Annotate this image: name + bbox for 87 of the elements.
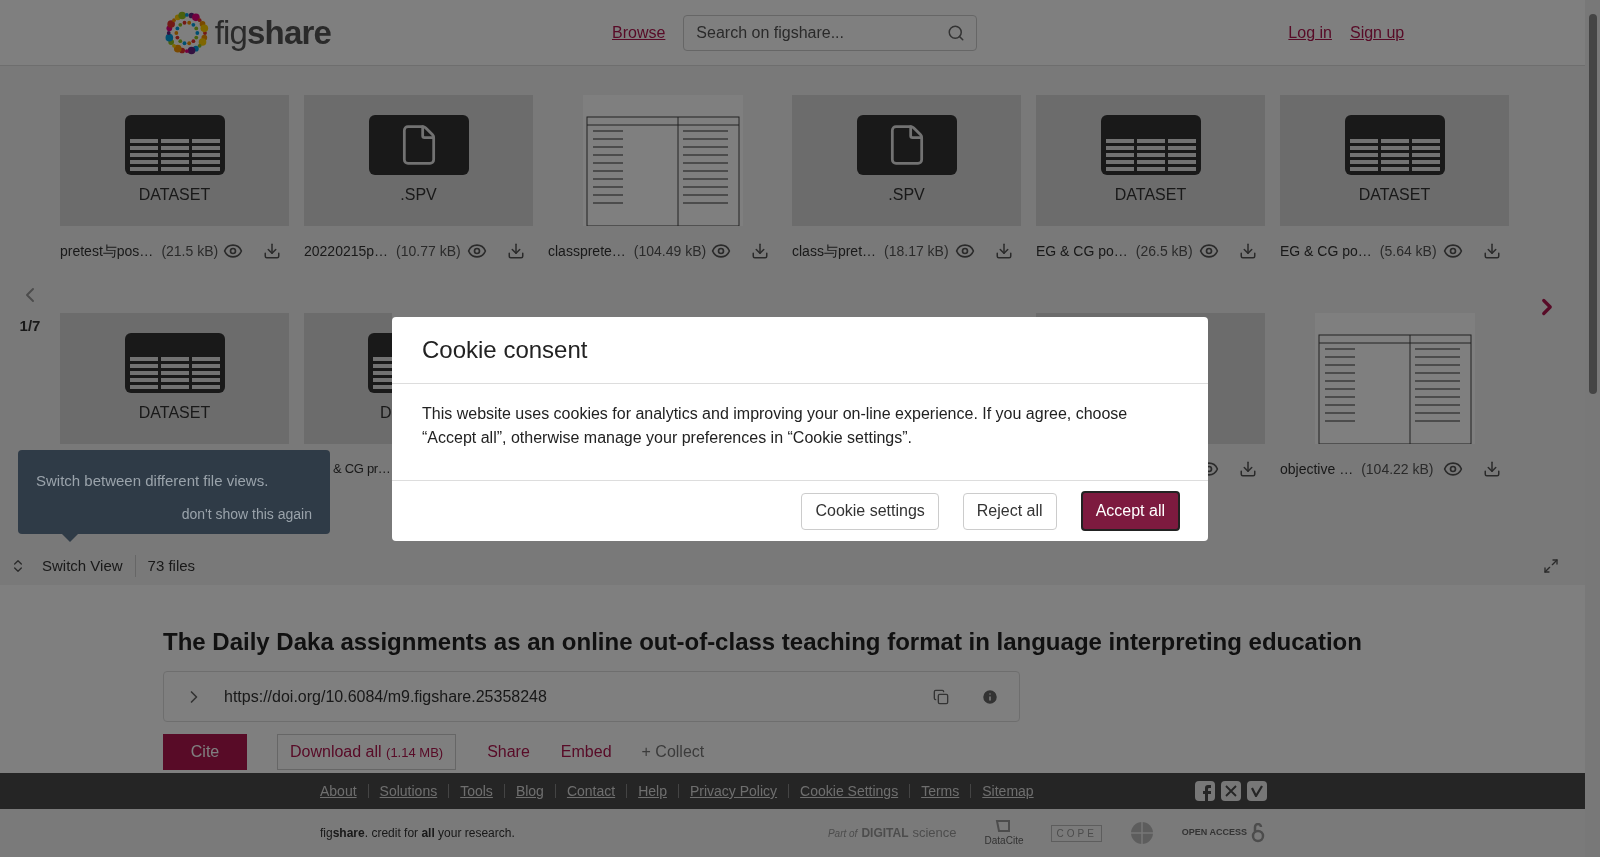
vimeo-icon[interactable]: [1247, 781, 1267, 801]
file-name[interactable]: pretest与pos…: [60, 240, 154, 262]
partner-logo[interactable]: OPEN ACCESS: [1181, 823, 1265, 843]
tooltip-text: Switch between different file views.: [36, 471, 270, 491]
download-icon[interactable]: [1239, 460, 1257, 478]
file-type-label: DATASET: [1114, 185, 1187, 205]
search-field[interactable]: Search on figshare...: [683, 14, 978, 51]
cite-button[interactable]: Cite: [163, 734, 247, 770]
file-type-label: D: [380, 403, 392, 423]
file-size: (5.64 kB): [1379, 241, 1437, 261]
secondary-button[interactable]: Cookie settings: [801, 492, 939, 530]
search-icon[interactable]: [947, 23, 966, 42]
dialog-message: This website uses cookies for analytics and improving your on-line experience. If you agree, choose “Accept all”, otherwise manage your preferences in “Cookie settings”.: [422, 404, 1129, 448]
page-indicator: 1/7: [19, 316, 41, 336]
file-tile[interactable]: DATASET: [60, 95, 289, 226]
footer-link[interactable]: Privacy Policy: [677, 784, 789, 798]
file-name[interactable]: classprete…: [548, 240, 626, 262]
download-icon[interactable]: [263, 242, 281, 260]
footer-link[interactable]: Terms: [909, 784, 971, 798]
file-icon: [856, 115, 957, 175]
browse-link[interactable]: Browse: [612, 20, 666, 45]
doi-field[interactable]: https://doi.org/10.6084/m9.figshare.25358248: [163, 671, 1020, 722]
copy-icon[interactable]: [933, 688, 949, 705]
footer-link[interactable]: Tools: [448, 784, 504, 798]
file-name[interactable]: class与pret…: [792, 240, 877, 262]
file-size: (10.77 kB): [396, 241, 461, 261]
file-tile[interactable]: DATASET: [1280, 95, 1509, 226]
signup-link[interactable]: Sign up: [1349, 20, 1405, 45]
dialog-title: Cookie consent: [422, 335, 588, 365]
footer-link[interactable]: Solutions: [367, 784, 449, 798]
download-icon[interactable]: [1239, 242, 1257, 260]
collect-link[interactable]: + Collect: [641, 740, 705, 764]
download-icon[interactable]: [1483, 460, 1501, 478]
file-tile[interactable]: DATASET: [1036, 95, 1265, 226]
file-name[interactable]: & CG pr…: [333, 459, 391, 479]
embed-link[interactable]: Embed: [560, 740, 612, 764]
secondary-button[interactable]: Reject all: [962, 492, 1057, 530]
facebook-icon[interactable]: [1195, 781, 1215, 801]
file-size: (18.17 kB): [884, 241, 949, 261]
file-size: (104.22 kB): [1361, 459, 1434, 479]
dismiss-link[interactable]: don't show this again: [181, 503, 312, 525]
file-name[interactable]: 20220215p…: [304, 240, 389, 262]
footer-link[interactable]: Contact: [554, 784, 627, 798]
file-type-label: DATASET: [138, 403, 211, 423]
file-tile[interactable]: .SPV: [304, 95, 533, 226]
table-icon: [1100, 115, 1201, 175]
footer-link[interactable]: Help: [626, 784, 678, 798]
file-name[interactable]: EG & CG po…: [1036, 240, 1128, 262]
footer-link[interactable]: Sitemap: [970, 784, 1045, 798]
doi-url[interactable]: https://doi.org/10.6084/m9.figshare.25358248: [224, 684, 547, 709]
file-size: (21.5 kB): [161, 241, 219, 261]
file-name[interactable]: EG & CG po…: [1280, 240, 1372, 262]
accept-button[interactable]: Accept all: [1080, 491, 1180, 531]
download-icon[interactable]: [995, 242, 1013, 260]
file-size: (26.5 kB): [1135, 241, 1193, 261]
file-tile[interactable]: .SPV: [792, 95, 1021, 226]
file-tile[interactable]: DATASET: [60, 313, 289, 444]
file-type-label: DATASET: [138, 185, 211, 205]
fullscreen-icon[interactable]: [1543, 558, 1559, 574]
scrollbar[interactable]: [1585, 0, 1600, 857]
logo-text[interactable]: figshare: [214, 7, 331, 58]
file-icon: [368, 115, 469, 175]
footer-link[interactable]: Blog: [503, 784, 555, 798]
file-count: 73 files: [147, 555, 196, 576]
file-type-label: .SPV: [888, 185, 925, 205]
x-icon[interactable]: [1221, 781, 1241, 801]
table-icon: [1344, 115, 1445, 175]
file-tile[interactable]: D: [304, 313, 392, 444]
footer-tagline: figshare. credit for all your research.: [320, 825, 515, 842]
article-title: The Daily Daka assignments as an online out-of-class teaching format in language interpreting education: [163, 627, 1363, 657]
file-size: (104.49 kB): [633, 241, 707, 261]
info-icon[interactable]: [981, 687, 999, 706]
switch-view-button[interactable]: Switch View: [42, 554, 136, 578]
login-link[interactable]: Log in: [1288, 20, 1332, 45]
table-icon: [124, 333, 225, 393]
footer-link[interactable]: Cookie Settings: [788, 784, 910, 798]
file-name[interactable]: objective …: [1280, 458, 1354, 480]
file-type-label: .SPV: [400, 185, 437, 205]
footer-link[interactable]: About: [320, 784, 368, 798]
partner-logo[interactable]: DataCite: [984, 818, 1024, 848]
file-type-label: DATASET: [1358, 185, 1431, 205]
download-icon[interactable]: [1483, 242, 1501, 260]
download-all-button[interactable]: Download all (1.14 MB): [277, 734, 457, 770]
share-link[interactable]: Share: [487, 740, 530, 764]
download-icon[interactable]: [507, 242, 525, 260]
table-icon: [124, 115, 225, 175]
download-icon[interactable]: [751, 242, 769, 260]
